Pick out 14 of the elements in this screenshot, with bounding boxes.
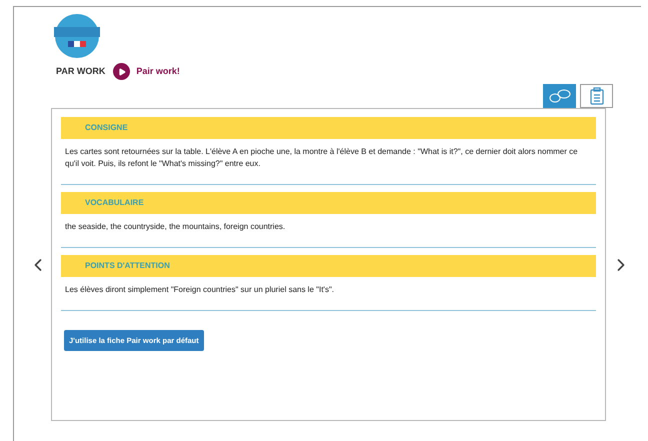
- clipboard-icon: [590, 87, 604, 105]
- section-header: VOCABULAIRE: [61, 192, 596, 214]
- tab[interactable]: [543, 84, 576, 108]
- tab[interactable]: [580, 84, 613, 108]
- section-header: POINTS D'ATTENTION: [61, 255, 596, 277]
- play-icon: [113, 63, 130, 80]
- activity-label: PAR WORK: [56, 64, 106, 78]
- chat-bubbles-icon: [548, 89, 570, 103]
- section-text: Les cartes sont retournées sur la table. L'élève A en pioche une, la montre à l'élève B et demande : "What is it?", ce dernier doit alors nommer ce qu'il voit. Puis, ils refont le "What's missing?" entre eux.: [64, 146, 579, 170]
- section-header: CONSIGNE: [61, 117, 596, 139]
- section-text: the seaside, the countryside, the mountains, foreign countries.: [64, 221, 286, 233]
- pair-work-link[interactable]: Pair work!: [113, 63, 180, 80]
- section-text: Les élèves diront simplement "Foreign countries" sur un pluriel sans le "It's".: [64, 284, 336, 296]
- logo-badge-icon: [54, 11, 100, 61]
